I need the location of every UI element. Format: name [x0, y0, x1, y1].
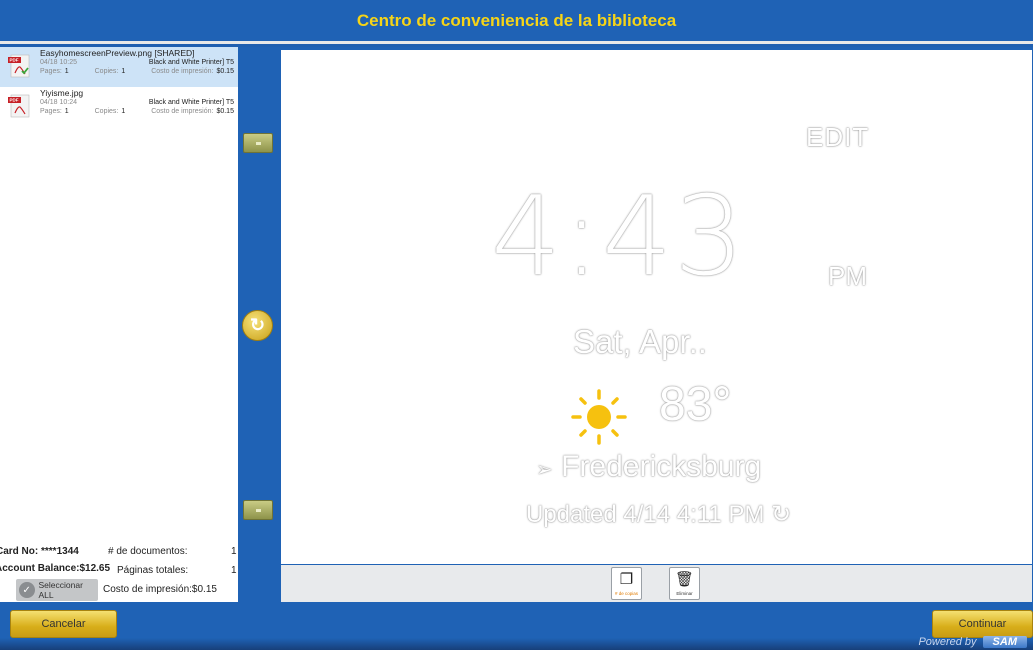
preview-updated: Updated 4/14 4:11 PM ↻ [526, 500, 791, 529]
document-item[interactable]: PDF Yiyisme.jpg 04/18 10:24 Black and Wh… [0, 87, 238, 127]
delete-label: Eliminar [676, 591, 693, 596]
scroll-down-button[interactable] [243, 500, 273, 520]
document-name: EasyhomescreenPreview.png [SHARED] [40, 48, 195, 58]
preview-action-bar: ❐ # de copias 🗑 Eliminar [281, 565, 1032, 602]
document-item[interactable]: PDF EasyhomescreenPreview.png [SHARED] 0… [0, 47, 238, 87]
document-pages: Pages: 1 [40, 107, 69, 116]
cost-label: Costo de impresión: [151, 108, 214, 115]
checkmark-icon: ✓ [19, 582, 35, 598]
sun-icon [571, 389, 627, 445]
pages-label: Pages: [40, 108, 62, 115]
preview-location: ➢ Fredericksburg [536, 450, 761, 484]
cancel-button[interactable]: Cancelar [10, 610, 117, 638]
card-number: Card No: ****1344 [0, 546, 79, 557]
document-copies: Copies: 1 [95, 67, 126, 76]
copies-icon: ❐ [619, 571, 634, 588]
refresh-icon: ↻ [771, 501, 792, 528]
trash-icon: 🗑 [674, 571, 695, 588]
copies-label: Copies: [94, 68, 119, 75]
delete-button[interactable]: 🗑 Eliminar [669, 567, 700, 600]
account-summary: Card No: ****1344 Account Balance:$12.65… [0, 544, 238, 602]
document-detail-row: Pages: 1 Copies: 1 Costo de impresión: $0.1… [40, 67, 234, 76]
document-meta-row: 04/18 10:24 Black and White Printer] T5 [40, 98, 234, 107]
copies-button[interactable]: ❐ # de copias [611, 567, 642, 600]
total-pages-value: 1 [231, 565, 237, 576]
preview-frame: EDIT 4:43 PM Sat, Apr.. 83° ➢ Fredericks… [278, 47, 1033, 602]
sam-logo: SAM [982, 636, 1027, 648]
rotate-button[interactable]: ↻ [242, 310, 273, 341]
document-detail-row: Pages: 1 Copies: 1 Costo de impresión: $0.1… [40, 107, 234, 116]
svg-text:PDF: PDF [10, 58, 19, 63]
pdf-file-icon: PDF [8, 94, 30, 118]
document-name: Yiyisme.jpg [40, 88, 84, 98]
preview-time: 4:43 [491, 172, 747, 300]
preview-controls: ↻ [238, 47, 278, 602]
preview-ampm: PM [828, 261, 867, 291]
cost-value: $0.15 [216, 108, 234, 115]
document-preview: EDIT 4:43 PM Sat, Apr.. 83° ➢ Fredericks… [281, 50, 1032, 564]
copies-value: 1 [121, 68, 126, 75]
total-pages-label: Páginas totales: [117, 565, 189, 576]
document-cost: Costo de impresión: $0.15 [151, 107, 234, 116]
page-title: Centro de conveniencia de la biblioteca [356, 10, 677, 30]
continue-button[interactable]: Continuar [932, 610, 1033, 638]
preview-edit-text: EDIT [806, 122, 870, 152]
continue-label: Continuar [958, 618, 1007, 630]
cost-value: $0.15 [216, 68, 234, 75]
documents-count-value: 1 [231, 546, 237, 557]
document-date: 04/18 10:25 [40, 59, 77, 66]
pdf-file-icon: PDF [8, 54, 30, 78]
document-meta-row: 04/18 10:25 Black and White Printer] T5 [40, 58, 234, 67]
title-bar: Centro de conveniencia de la biblioteca [0, 0, 1033, 44]
pages-value: 1 [64, 68, 69, 75]
account-balance: Account Balance:$12.65 [0, 563, 111, 574]
copies-label: # de copias [614, 591, 639, 596]
preview-updated-text: Updated 4/14 4:11 PM [526, 501, 765, 528]
powered-by-text: Powered by [918, 636, 977, 648]
select-all-button[interactable]: ✓ Seleccionar ALL [16, 579, 98, 601]
preview-temperature: 83° [659, 378, 732, 431]
powered-by: Powered by SAM [918, 636, 1027, 648]
scroll-up-button[interactable] [243, 133, 273, 153]
copies-label: Copies: [94, 108, 119, 115]
copies-value: 1 [121, 108, 126, 115]
cost-label: Costo de impresión: [151, 68, 214, 75]
document-date: 04/18 10:24 [40, 99, 77, 106]
select-all-label: Seleccionar ALL [38, 580, 83, 600]
preview-city: Fredericksburg [561, 450, 762, 483]
document-printer: Black and White Printer] T5 [148, 99, 234, 106]
document-list: PDF EasyhomescreenPreview.png [SHARED] 0… [0, 47, 238, 602]
pages-label: Pages: [40, 68, 62, 75]
rotate-icon: ↻ [249, 315, 266, 335]
documents-count-label: # de documentos: [108, 546, 188, 557]
svg-text:PDF: PDF [10, 98, 19, 103]
pages-value: 1 [64, 108, 69, 115]
navigation-arrow-icon: ➢ [536, 459, 553, 481]
document-printer: Black and White Printer] T5 [148, 59, 234, 66]
preview-date: Sat, Apr.. [573, 323, 707, 360]
document-cost: Costo de impresión: $0.15 [151, 67, 234, 76]
document-pages: Pages: 1 [40, 67, 69, 76]
bottom-bar: Cancelar Continuar Powered by SAM [0, 602, 1033, 650]
document-copies: Copies: 1 [95, 107, 126, 116]
total-cost: Costo de impresión:$0.15 [103, 584, 217, 595]
cancel-label: Cancelar [41, 618, 86, 630]
